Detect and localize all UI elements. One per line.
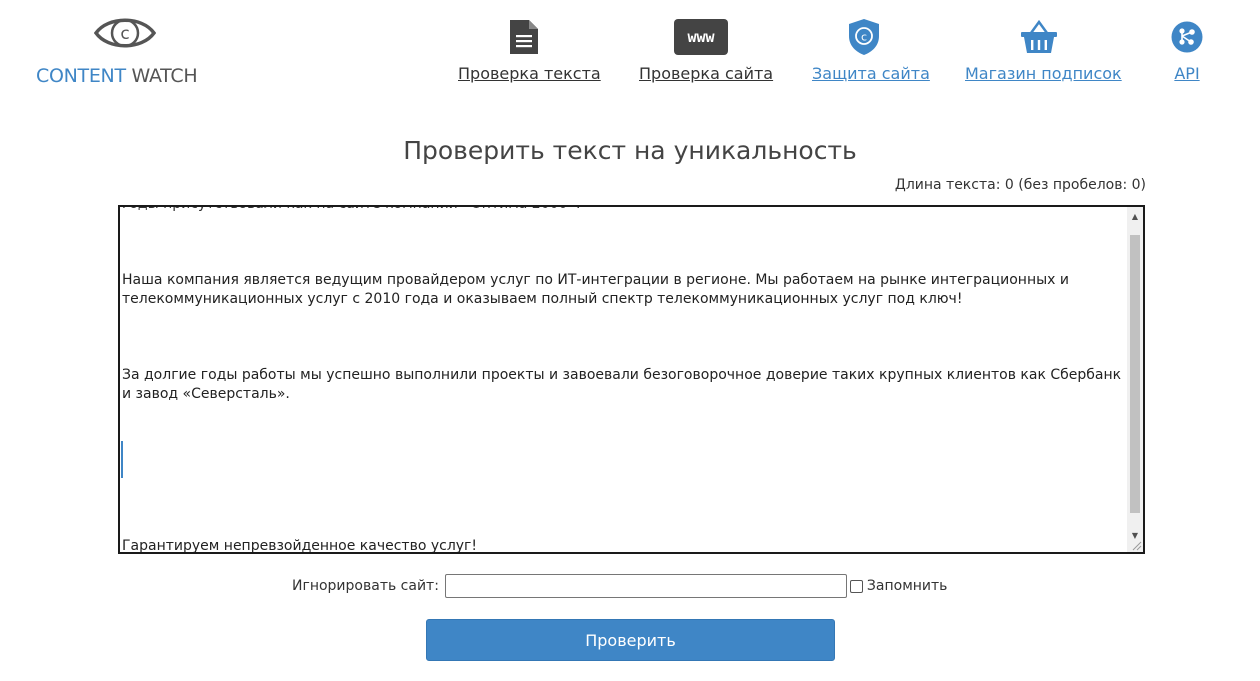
document-icon: [510, 20, 538, 54]
nav-site-protection[interactable]: c Защита сайта: [812, 15, 930, 83]
ignore-site-row: Игнорировать сайт: Запомнить: [292, 574, 947, 598]
text-paragraph: Наша компания является ведущим провайдер…: [122, 272, 1069, 307]
text-length-counter: Длина текста: 0 (без пробелов: 0): [894, 177, 1146, 193]
resize-grip-icon[interactable]: [1130, 539, 1142, 551]
api-nodes-icon: [1171, 21, 1203, 53]
svg-text:c: c: [861, 31, 867, 44]
check-button[interactable]: Проверить: [426, 619, 835, 661]
www-icon-text: www: [687, 28, 715, 46]
remember-checkbox-wrap[interactable]: Запомнить: [849, 578, 948, 594]
nav-site-check[interactable]: www Проверка сайта: [639, 15, 773, 83]
www-icon: www: [674, 19, 728, 55]
ignore-site-label: Игнорировать сайт:: [292, 578, 439, 594]
scrollbar-thumb[interactable]: [1130, 235, 1140, 513]
nav-text-check[interactable]: Проверка текста: [458, 15, 601, 83]
vertical-scrollbar[interactable]: ▲ ▼: [1127, 207, 1143, 552]
remember-checkbox[interactable]: [849, 579, 863, 593]
text-paragraph: Гарантируем непревзойденное качество усл…: [122, 538, 478, 554]
nav-subscription-shop[interactable]: Магазин подписок: [965, 15, 1122, 83]
basket-icon: [1021, 20, 1057, 53]
logo[interactable]: c CONTENT WATCH: [36, 12, 214, 92]
scroll-up-arrow-icon[interactable]: ▲: [1127, 207, 1143, 225]
shield-copyright-icon: c: [849, 19, 879, 55]
svg-text:c: c: [120, 24, 129, 44]
page-title: Проверить текст на уникальность: [403, 136, 857, 165]
text-caret: [121, 441, 123, 478]
text-input-area[interactable]: годы присутствовали как на сайте компани…: [118, 205, 1145, 554]
brand-name: CONTENT WATCH: [36, 65, 198, 87]
text-paragraph: За долгие годы работы мы успешно выполни…: [122, 367, 1122, 402]
ignore-site-input[interactable]: [444, 574, 847, 598]
remember-label: Запомнить: [866, 578, 948, 594]
nav-api[interactable]: API: [1168, 15, 1206, 83]
text-line-clipped: годы присутствовали как на сайте компани…: [122, 207, 1124, 214]
eye-copyright-icon: c: [94, 18, 156, 48]
